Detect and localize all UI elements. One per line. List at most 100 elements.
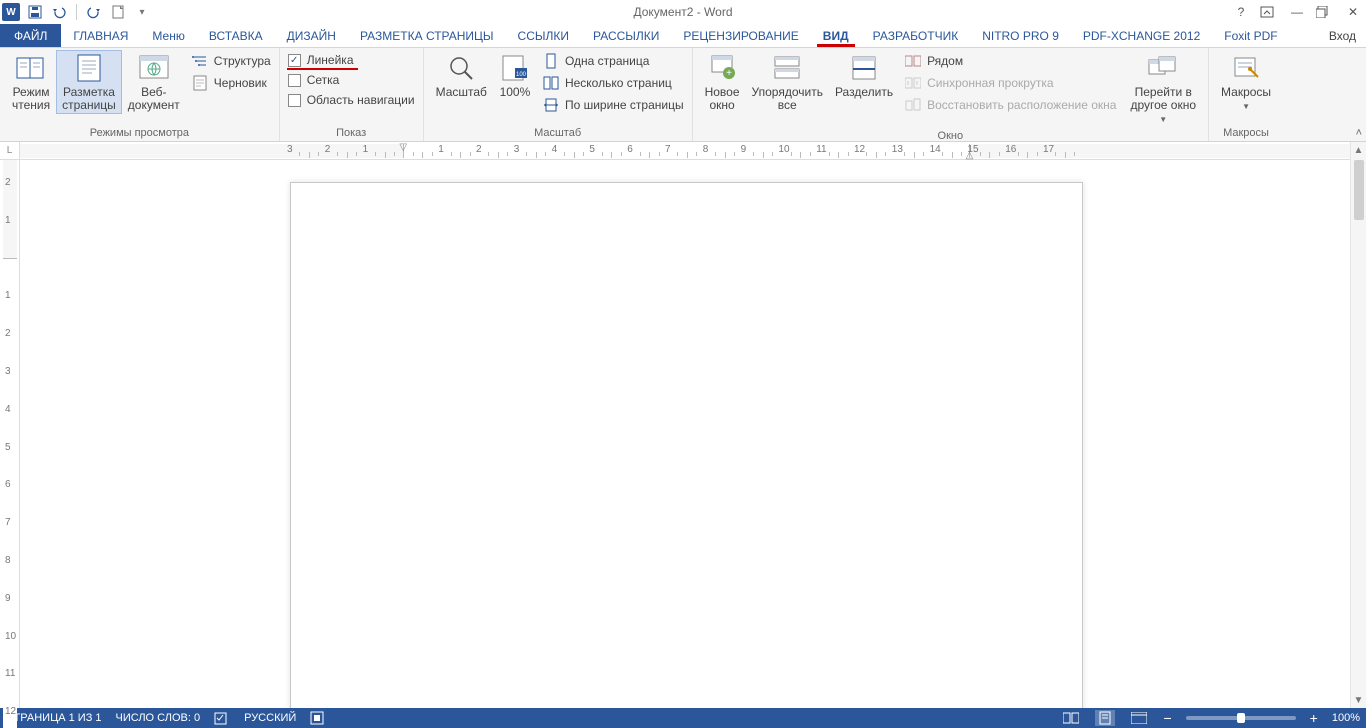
redo-button[interactable]: [85, 3, 103, 21]
scroll-up-button[interactable]: ▲: [1351, 142, 1366, 158]
arrange-all-button[interactable]: Упорядочить все: [746, 50, 829, 114]
tab-review[interactable]: РЕЦЕНЗИРОВАНИЕ: [671, 24, 810, 47]
help-button[interactable]: ?: [1232, 5, 1250, 19]
read-mode-button[interactable]: Режим чтения: [6, 50, 56, 114]
status-page[interactable]: СТРАНИЦА 1 ИЗ 1: [6, 712, 102, 724]
save-button[interactable]: [26, 3, 44, 21]
web-layout-button[interactable]: Веб- документ: [122, 50, 186, 114]
split-icon: [848, 52, 880, 84]
gridlines-checkbox[interactable]: Сетка: [286, 72, 417, 88]
draft-view-button[interactable]: Черновик: [190, 74, 273, 92]
page[interactable]: [290, 182, 1083, 708]
side-by-side-button[interactable]: Рядом: [903, 52, 1118, 70]
tab-page-layout[interactable]: РАЗМЕТКА СТРАНИЦЫ: [348, 24, 506, 47]
scroll-thumb[interactable]: [1354, 160, 1364, 220]
undo-button[interactable]: [50, 3, 68, 21]
tab-design[interactable]: ДИЗАЙН: [275, 24, 348, 47]
zoom-in-button[interactable]: +: [1310, 710, 1318, 726]
print-layout-button[interactable]: Разметка страницы: [56, 50, 122, 114]
status-word-count[interactable]: ЧИСЛО СЛОВ: 0: [116, 712, 201, 724]
group-zoom: Масштаб 100 100% Одна страница Несколько…: [424, 48, 693, 141]
collapse-ribbon-button[interactable]: ˄: [1356, 127, 1362, 139]
zoom-level[interactable]: 100%: [1332, 712, 1360, 724]
tab-home[interactable]: ГЛАВНАЯ: [61, 24, 140, 47]
side-by-side-label: Рядом: [927, 54, 963, 68]
one-page-button[interactable]: Одна страница: [541, 52, 686, 70]
multi-page-button[interactable]: Несколько страниц: [541, 74, 686, 92]
macros-button[interactable]: Макросы ▼: [1215, 50, 1277, 115]
zoom-slider-knob[interactable]: [1237, 713, 1245, 723]
zoom-label: Масштаб: [436, 86, 487, 99]
qat-separator: [76, 4, 77, 20]
arrange-all-icon: [771, 52, 803, 84]
split-button[interactable]: Разделить: [829, 50, 899, 101]
ribbon: Режим чтения Разметка страницы Веб- доку…: [0, 48, 1366, 142]
web-layout-icon: [138, 52, 170, 84]
minimize-button[interactable]: —: [1288, 5, 1306, 19]
status-bar: СТРАНИЦА 1 ИЗ 1 ЧИСЛО СЛОВ: 0 РУССКИЙ − …: [0, 708, 1366, 728]
workspace: L ▽ △ 3211234567891011121314151617 21123…: [0, 142, 1366, 708]
macros-label: Макросы: [1221, 86, 1271, 99]
tab-nitro[interactable]: NITRO PRO 9: [970, 24, 1071, 47]
status-language[interactable]: РУССКИЙ: [244, 712, 296, 724]
qat-customize-button[interactable]: ▾: [133, 3, 151, 21]
left-indent-marker[interactable]: ▽: [399, 142, 407, 153]
page-width-label: По ширине страницы: [565, 98, 684, 112]
horizontal-ruler[interactable]: ▽ △ 3211234567891011121314151617: [20, 142, 1350, 160]
sign-in-link[interactable]: Вход: [1319, 24, 1366, 47]
one-page-label: Одна страница: [565, 54, 649, 68]
checkbox-icon: [288, 74, 301, 87]
quick-access-toolbar: W ▾: [0, 3, 151, 21]
tab-pdfxchange[interactable]: PDF-XCHANGE 2012: [1071, 24, 1212, 47]
ribbon-display-button[interactable]: [1260, 6, 1278, 18]
view-print-layout-button[interactable]: [1095, 710, 1115, 726]
tab-developer[interactable]: РАЗРАБОТЧИК: [861, 24, 971, 47]
new-window-icon: +: [706, 52, 738, 84]
tab-insert[interactable]: ВСТАВКА: [197, 24, 275, 47]
nav-pane-checkbox[interactable]: Область навигации: [286, 92, 417, 108]
scroll-down-button[interactable]: ▼: [1351, 692, 1366, 708]
document-canvas[interactable]: [20, 160, 1350, 708]
group-show: ✓Линейка Сетка Область навигации Показ: [280, 48, 424, 141]
tab-menu[interactable]: Меню: [140, 24, 196, 47]
tab-mailings[interactable]: РАССЫЛКИ: [581, 24, 671, 47]
tab-foxit[interactable]: Foxit PDF: [1212, 24, 1289, 47]
arrange-all-label: Упорядочить все: [752, 86, 823, 112]
tab-references[interactable]: ССЫЛКИ: [506, 24, 581, 47]
new-window-button[interactable]: + Новое окно: [699, 50, 746, 114]
switch-windows-button[interactable]: Перейти в другое окно ▼: [1124, 50, 1202, 128]
macros-icon: [1230, 52, 1262, 84]
draft-icon: [192, 75, 208, 91]
read-mode-label: Режим чтения: [12, 86, 50, 112]
checkbox-icon: [288, 94, 301, 107]
vertical-ruler[interactable]: 21123456789101112: [0, 160, 20, 708]
restore-button[interactable]: [1316, 6, 1334, 18]
outline-view-button[interactable]: Структура: [190, 52, 273, 70]
view-web-layout-button[interactable]: [1129, 710, 1149, 726]
nav-pane-label: Область навигации: [307, 93, 415, 107]
vertical-scrollbar[interactable]: ▲ ▼: [1350, 142, 1366, 708]
view-read-mode-button[interactable]: [1061, 710, 1081, 726]
new-window-label: Новое окно: [705, 86, 740, 112]
new-doc-button[interactable]: [109, 3, 127, 21]
app-word-icon[interactable]: W: [2, 3, 20, 21]
status-macro-icon[interactable]: [310, 711, 324, 725]
tab-view[interactable]: ВИД: [811, 24, 861, 47]
close-button[interactable]: ✕: [1344, 5, 1362, 19]
sync-scroll-icon: [905, 75, 921, 91]
group-macros: Макросы ▼ Макросы: [1209, 48, 1283, 141]
side-by-side-icon: [905, 53, 921, 69]
tab-file[interactable]: ФАЙЛ: [0, 24, 61, 47]
print-layout-icon: [73, 52, 105, 84]
multi-page-icon: [543, 75, 559, 91]
page-width-button[interactable]: По ширине страницы: [541, 96, 686, 114]
ruler-corner[interactable]: L: [0, 142, 20, 160]
zoom-100-button[interactable]: 100 100%: [493, 50, 537, 101]
zoom-button[interactable]: Масштаб: [430, 50, 493, 101]
zoom-slider[interactable]: [1186, 716, 1296, 720]
group-macros-label: Макросы: [1215, 125, 1277, 141]
zoom-out-button[interactable]: −: [1163, 710, 1171, 726]
checkbox-checked-icon: ✓: [288, 54, 301, 67]
status-proofing[interactable]: [214, 711, 230, 725]
ruler-checkbox[interactable]: ✓Линейка: [286, 52, 417, 68]
